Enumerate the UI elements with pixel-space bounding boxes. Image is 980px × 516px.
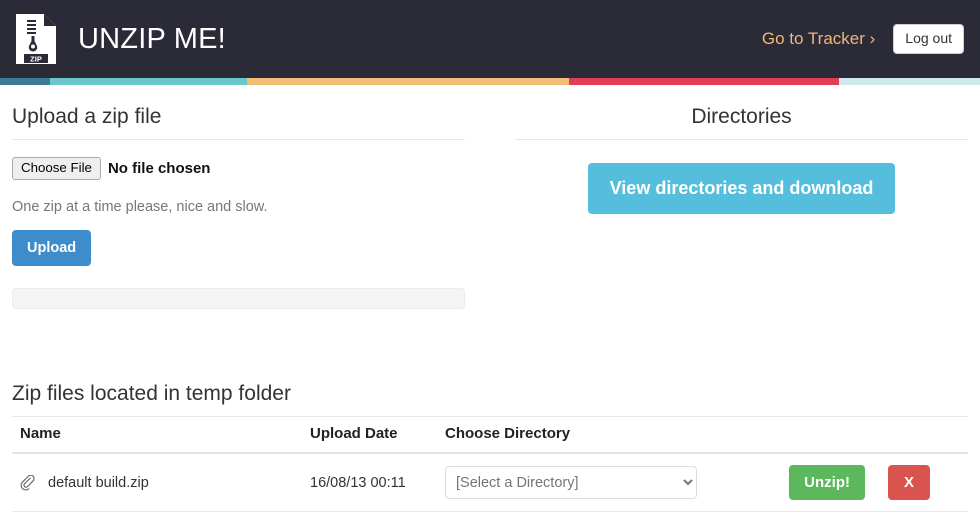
main-content: Upload a zip file Choose File No file ch… [0,85,980,310]
brand[interactable]: ZIP UNZIP ME! [14,12,226,66]
directories-panel: Directories View directories and downloa… [490,85,968,309]
directory-select[interactable]: [Select a Directory] [445,466,697,500]
cell-directory: [Select a Directory] [437,453,807,513]
logout-button[interactable]: Log out [893,23,964,55]
top-navbar: ZIP UNZIP ME! Go to Tracker › Log out [0,0,980,78]
zipfiles-section: Zip files located in temp folder Name Up… [0,362,980,516]
stripe-segment-1 [0,78,50,85]
cell-name: default build.zip [12,453,302,513]
table-row: default build.zip 16/08/13 00:11 [Select… [12,453,968,513]
cell-upload-date: 16/08/13 00:12 [302,511,437,516]
zipfiles-table-body: default build.zip 16/08/13 00:11 [Select… [12,453,968,516]
choose-file-button[interactable]: Choose File [12,157,101,181]
go-to-tracker-link[interactable]: Go to Tracker › [762,29,875,49]
upload-progress-bar [12,288,465,310]
file-name-label: No file chosen [107,160,211,178]
cell-actions: Unzip! X [789,453,968,513]
view-directories-button[interactable]: View directories and download [587,163,896,215]
cell-directory: [Select a Directory] [437,511,807,516]
app-title: UNZIP ME! [78,22,226,55]
svg-text:ZIP: ZIP [30,54,42,63]
upload-button[interactable]: Upload [12,230,92,267]
unzip-button[interactable]: Unzip! [789,465,865,501]
zipfiles-table: Name Upload Date Choose Directory defaul… [12,417,968,516]
cell-upload-date: 16/08/13 00:11 [302,453,437,513]
delete-button[interactable]: X [887,465,930,501]
column-header-actions [807,417,968,455]
navbar-right: Go to Tracker › Log out [762,23,964,55]
cell-actions: Unzip! X [807,511,968,516]
directories-panel-title: Directories [515,85,968,141]
stripe-segment-4 [569,78,839,85]
upload-help-text: One zip at a time please, nice and slow. [12,199,268,216]
file-input-row: Choose File No file chosen [12,157,465,181]
column-header-name: Name [12,417,302,455]
stripe-segment-5 [838,78,980,85]
paperclip-icon [20,474,36,491]
top-panels-row: Upload a zip file Choose File No file ch… [12,85,968,310]
upload-panel-title: Upload a zip file [12,85,465,141]
column-header-directory: Choose Directory [437,417,807,455]
table-row: Exam Module Admin Skin.zip 16/08/13 00:1… [12,511,968,516]
stripe-segment-2 [49,78,247,85]
column-header-date: Upload Date [302,417,437,455]
stripe-segment-3 [246,78,570,85]
upload-panel: Upload a zip file Choose File No file ch… [12,85,490,310]
cell-name: Exam Module Admin Skin.zip [12,511,302,516]
zipfiles-table-head: Name Upload Date Choose Directory [12,417,968,455]
color-stripe [0,78,980,85]
zip-file-name: default build.zip [48,474,149,491]
zipfiles-title: Zip files located in temp folder [12,362,968,418]
table-header-row: Name Upload Date Choose Directory [12,417,968,455]
view-directories-wrap: View directories and download [515,140,968,215]
zip-file-icon: ZIP [14,12,58,66]
